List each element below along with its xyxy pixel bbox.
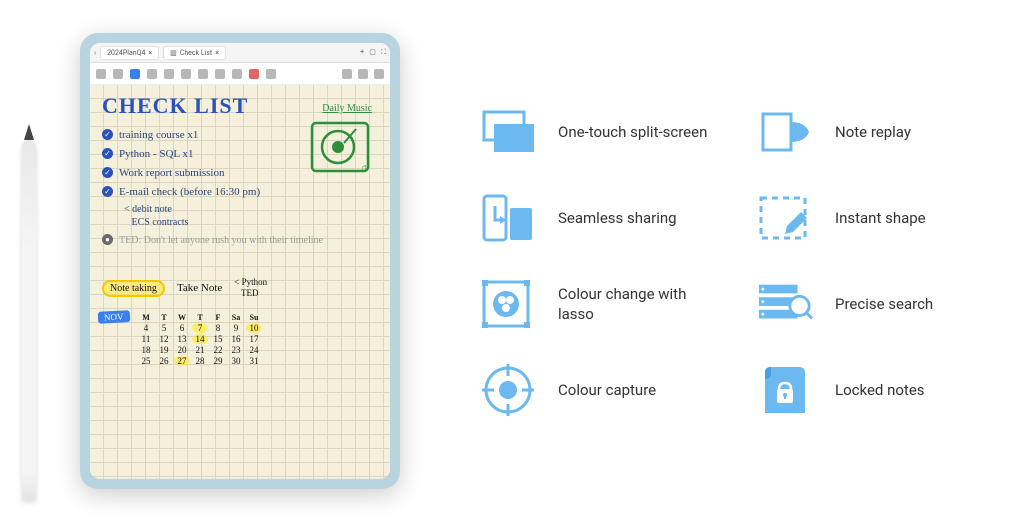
record-player-doodle: ♫	[308, 119, 372, 175]
colour-capture-icon	[480, 362, 536, 418]
feature-label: Instant shape	[835, 208, 926, 228]
app-toolbar	[90, 63, 390, 85]
feature-label: Locked notes	[835, 380, 925, 400]
feature-precise-search: Precise search	[757, 276, 994, 332]
feature-colour-capture: Colour capture	[480, 362, 717, 418]
svg-text:♫: ♫	[360, 163, 368, 174]
instant-shape-icon	[757, 190, 813, 246]
feature-split-screen: One-touch split-screen	[480, 104, 717, 160]
feature-label: Colour change with lasso	[558, 284, 717, 325]
close-icon: ×	[148, 49, 152, 57]
feature-grid: One-touch split-screen Note replay Seaml…	[420, 54, 1024, 468]
feature-label: One-touch split-screen	[558, 122, 707, 142]
note-replay-icon	[757, 104, 813, 160]
calendar-doodle: NOV MTWTFSaSu456789101112131415161718192…	[102, 313, 378, 366]
feature-label: Colour capture	[558, 380, 656, 400]
feature-label: Precise search	[835, 294, 933, 314]
feature-note-replay: Note replay	[757, 104, 994, 160]
app-tab: ▥ Check List ×	[163, 46, 226, 60]
note-taking-row: Note taking Take Note < Python TED	[102, 277, 378, 299]
handwritten-note: CHECK LIST Daily Music ♫ ✓training cours…	[90, 85, 390, 479]
precise-search-icon	[757, 276, 813, 332]
tablet-image: ‹ 2024PlanQ4 × ▥ Check List × + ▢ ⛶ CHEC…	[80, 33, 400, 489]
feature-seamless-sharing: Seamless sharing	[480, 190, 717, 246]
feature-instant-shape: Instant shape	[757, 190, 994, 246]
app-tab-bar: ‹ 2024PlanQ4 × ▥ Check List × + ▢ ⛶	[90, 43, 390, 63]
close-icon: ×	[215, 49, 219, 57]
feature-locked-notes: Locked notes	[757, 362, 994, 418]
daily-music-label: Daily Music	[322, 103, 372, 114]
split-screen-icon	[480, 104, 536, 160]
product-visual: ‹ 2024PlanQ4 × ▥ Check List × + ▢ ⛶ CHEC…	[0, 0, 420, 522]
stylus-image	[22, 140, 36, 500]
feature-label: Note replay	[835, 122, 911, 142]
locked-notes-icon	[757, 362, 813, 418]
feature-colour-lasso: Colour change with lasso	[480, 276, 717, 332]
colour-lasso-icon	[480, 276, 536, 332]
seamless-sharing-icon	[480, 190, 536, 246]
note-title: CHECK LIST	[102, 93, 248, 119]
feature-label: Seamless sharing	[558, 208, 677, 228]
back-icon: ‹	[94, 49, 96, 57]
app-tab: 2024PlanQ4 ×	[100, 46, 159, 60]
